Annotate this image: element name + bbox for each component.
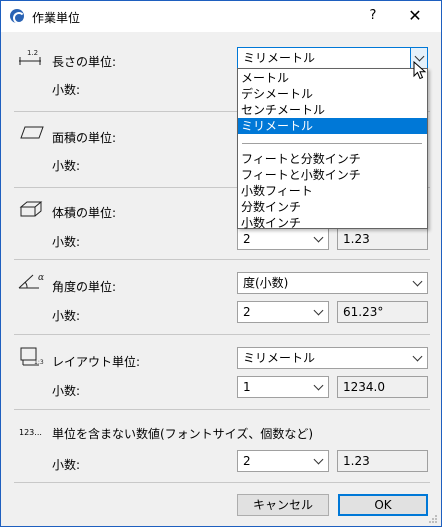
dropdown-option-decimal-inch[interactable]: 小数インチ <box>238 215 427 231</box>
angle-unit-select[interactable]: 度(小数) <box>237 272 428 294</box>
window-title: 作業単位 <box>32 11 81 25</box>
layout-preview: 1234.0 <box>337 376 428 398</box>
area-decimal-label: 小数: <box>52 159 81 173</box>
volume-preview: 1.23 <box>337 228 428 250</box>
divider <box>14 334 430 335</box>
angle-decimal-select[interactable]: 2 <box>237 301 329 323</box>
area-icon <box>19 125 45 145</box>
unitless-decimal-select[interactable]: 2 <box>237 450 329 472</box>
dropdown-option-centimeter[interactable]: センチメートル <box>238 102 427 118</box>
svg-text:1:3: 1:3 <box>34 359 44 366</box>
cancel-button[interactable]: キャンセル <box>237 494 329 516</box>
unitless-decimal-value: 2 <box>243 454 251 468</box>
svg-text:α: α <box>38 273 44 283</box>
angle-icon: α <box>17 271 44 291</box>
divider <box>14 409 430 410</box>
chevron-down-icon <box>314 377 324 397</box>
layout-decimal-value: 1 <box>243 380 251 394</box>
layout-icon: 1:3 <box>19 346 45 366</box>
layout-unit-select[interactable]: ミリメートル <box>237 347 428 369</box>
chevron-down-icon <box>314 229 324 249</box>
angle-unit-value: 度(小数) <box>243 276 289 290</box>
dropdown-separator <box>242 143 422 144</box>
ok-button[interactable]: OK <box>338 494 428 516</box>
volume-decimal-label: 小数: <box>52 235 81 249</box>
length-unit-label: 長さの単位: <box>52 55 117 69</box>
dropdown-option-fractional-inch[interactable]: 分数インチ <box>238 199 427 215</box>
title-bar: 作業単位 ? ✕ <box>1 1 441 32</box>
dropdown-option-feet-decimal-inch[interactable]: フィートと小数インチ <box>238 167 427 183</box>
area-unit-label: 面積の単位: <box>52 131 117 145</box>
dropdown-option-millimeter[interactable]: ミリメートル <box>238 118 427 134</box>
layout-decimal-label: 小数: <box>52 384 81 398</box>
svg-text:1.2: 1.2 <box>27 49 38 57</box>
divider <box>14 259 430 260</box>
angle-decimal-label: 小数: <box>52 309 81 323</box>
layout-unit-value: ミリメートル <box>243 351 316 365</box>
angle-preview: 61.23° <box>337 301 428 323</box>
layout-decimal-select[interactable]: 1 <box>237 376 329 398</box>
dropdown-option-decimeter[interactable]: デシメートル <box>238 86 427 102</box>
close-button[interactable]: ✕ <box>397 5 433 27</box>
mouse-cursor-icon <box>413 60 427 81</box>
help-button[interactable]: ? <box>357 5 389 27</box>
unitless-decimal-label: 小数: <box>52 458 81 472</box>
unitless-label: 単位を含まない数値(フォントサイズ、個数など) <box>52 427 314 441</box>
dropdown-option-meter[interactable]: メートル <box>238 70 427 86</box>
unitless-preview: 1.23 <box>337 450 428 472</box>
length-decimal-label: 小数: <box>52 83 81 97</box>
units-dialog: 作業単位 ? ✕ 1.2 長さの単位: ミリメートル 小数: 面積の単位: 小数… <box>0 0 442 527</box>
length-unit-dropdown: メートル デシメートル センチメートル ミリメートル フィートと分数インチ フィ… <box>237 68 428 231</box>
layout-unit-label: レイアウト単位: <box>52 355 141 369</box>
chevron-down-icon <box>413 273 423 293</box>
volume-unit-label: 体積の単位: <box>52 206 117 220</box>
volume-decimal-select[interactable]: 2 <box>237 228 329 250</box>
chevron-down-icon <box>413 348 423 368</box>
divider <box>14 482 430 483</box>
chevron-down-icon <box>314 451 324 471</box>
dropdown-option-feet-fractional-inch[interactable]: フィートと分数インチ <box>238 151 427 167</box>
length-unit-value: ミリメートル <box>243 51 316 65</box>
app-icon <box>10 9 25 24</box>
length-icon: 1.2 <box>17 47 43 67</box>
angle-decimal-value: 2 <box>243 305 251 319</box>
angle-unit-label: 角度の単位: <box>52 280 117 294</box>
volume-icon <box>19 199 45 219</box>
dropdown-option-decimal-feet[interactable]: 小数フィート <box>238 183 427 199</box>
chevron-down-icon <box>314 302 324 322</box>
volume-decimal-value: 2 <box>243 232 251 246</box>
resize-grip-icon[interactable] <box>428 513 438 523</box>
length-unit-select[interactable]: ミリメートル <box>237 47 428 69</box>
unitless-icon: 123... <box>19 428 42 437</box>
